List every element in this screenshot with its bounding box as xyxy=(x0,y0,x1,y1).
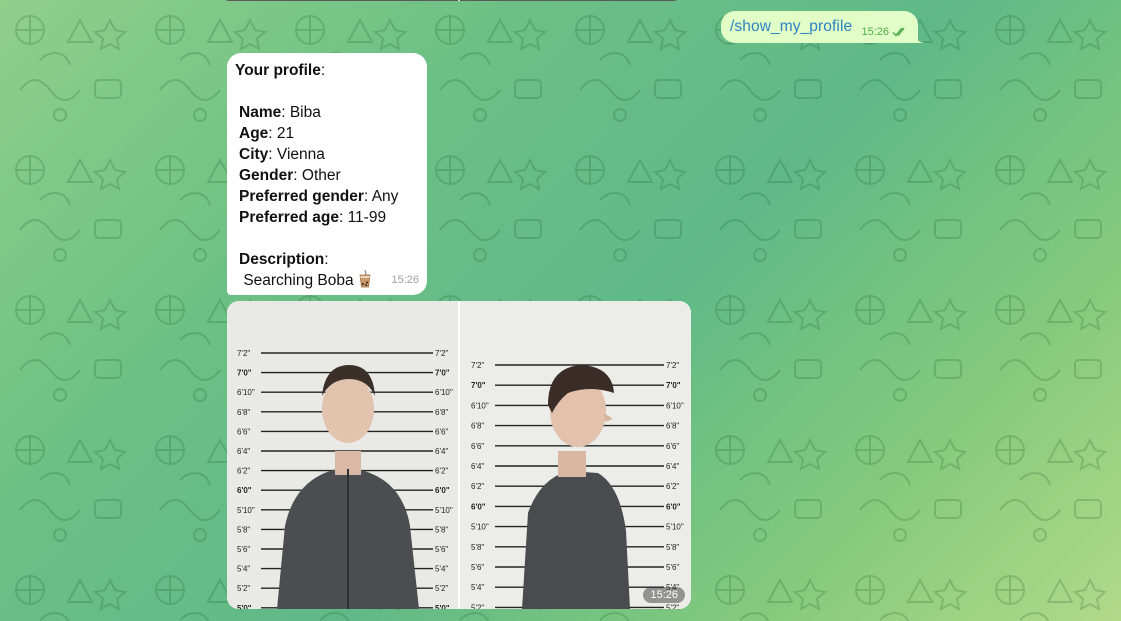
scale-label: 5'10" xyxy=(666,523,684,532)
scale-label: 6'0" xyxy=(435,486,450,495)
scale-label: 7'2" xyxy=(237,349,250,358)
scale-label: 5'10" xyxy=(471,523,489,532)
scale-label: 6'8" xyxy=(435,408,448,417)
scale-label: 6'6" xyxy=(471,442,484,451)
scale-label: 5'2" xyxy=(471,603,484,609)
scale-label: 5'4" xyxy=(435,565,448,574)
scale-label: 7'0" xyxy=(435,369,450,378)
scale-label: 6'4" xyxy=(666,462,679,471)
scale-label: 6'2" xyxy=(237,467,250,476)
scale-label: 5'4" xyxy=(471,583,484,592)
profile-photo[interactable]: 7'2" 7'2" 7'0" 7'0" 6'10" 6'10" 6'8" 6'8" 6'6" 6'… xyxy=(460,301,691,609)
command-link[interactable]: /show_my_profile xyxy=(730,18,852,36)
scale-label: 6'2" xyxy=(435,467,448,476)
scale-label: 5'8" xyxy=(237,525,250,534)
scale-label: 6'6" xyxy=(237,427,250,436)
scale-label: 7'0" xyxy=(471,381,486,390)
scale-label: 6'8" xyxy=(666,422,679,431)
scale-label: 6'10" xyxy=(666,401,684,410)
scale-label: 7'2" xyxy=(666,361,679,370)
scale-label: 5'8" xyxy=(666,543,679,552)
scale-label: 6'10" xyxy=(237,388,255,397)
scale-label: 5'2" xyxy=(666,603,679,609)
city-row: City: Vienna xyxy=(239,146,325,163)
front-photo[interactable]: 7'2" 7'2" 7'0" 7'0" 6'10" 6'10" 6'8" 6'8" 6'6" 6'… xyxy=(227,301,458,609)
scale-label: 6'0" xyxy=(237,486,252,495)
name-row: Name: Biba xyxy=(239,104,321,121)
album-time: 15:26 xyxy=(643,587,685,603)
preferred-age-row: Preferred age: 11-99 xyxy=(239,209,387,226)
bubble-tea-icon xyxy=(359,270,371,288)
scale-label: 6'8" xyxy=(471,422,484,431)
bubble-tail xyxy=(914,30,924,43)
double-check-icon xyxy=(892,27,905,37)
scale-label: 7'2" xyxy=(471,361,484,370)
message-meta: 15:26 xyxy=(861,17,908,38)
profile-message[interactable]: Your profile: Name: Biba Age: 21 City: V… xyxy=(227,53,427,295)
previous-media-edge xyxy=(222,0,680,1)
scale-label: 6'4" xyxy=(237,447,250,456)
scale-label: 7'2" xyxy=(435,349,448,358)
scale-label: 5'10" xyxy=(237,506,255,515)
scale-label: 5'8" xyxy=(471,543,484,552)
scale-label: 6'6" xyxy=(666,442,679,451)
description-label: Description: xyxy=(239,251,329,268)
scale-label: 5'6" xyxy=(666,563,679,572)
scale-label: 6'6" xyxy=(435,427,448,436)
scale-label: 6'10" xyxy=(471,401,489,410)
scale-label: 6'0" xyxy=(471,502,486,511)
scale-label: 7'0" xyxy=(666,381,681,390)
photo-album[interactable]: 7'2" 7'2" 7'0" 7'0" 6'10" 6'10" 6'8" 6'8" 6'6" 6'… xyxy=(227,301,691,609)
scale-label: 5'2" xyxy=(237,584,250,593)
scale-label: 6'10" xyxy=(435,388,453,397)
scale-label: 6'4" xyxy=(471,462,484,471)
scale-label: 5'0" xyxy=(435,604,450,609)
scale-label: 5'0" xyxy=(237,604,252,609)
scale-label: 5'6" xyxy=(435,545,448,554)
message-time: 15:26 xyxy=(391,274,419,286)
scale-label: 7'0" xyxy=(237,369,252,378)
scale-label: 6'2" xyxy=(471,482,484,491)
profile-heading: Your profile: xyxy=(235,62,326,79)
scale-label: 5'6" xyxy=(471,563,484,572)
scale-label: 5'8" xyxy=(435,525,448,534)
scale-label: 5'6" xyxy=(237,545,250,554)
message-time: 15:26 xyxy=(861,25,889,38)
scale-label: 6'2" xyxy=(666,482,679,491)
scale-label: 6'4" xyxy=(435,447,448,456)
outgoing-message[interactable]: /show_my_profile 15:26 xyxy=(721,11,918,43)
preferred-gender-row: Preferred gender: Any xyxy=(239,188,399,205)
age-row: Age: 21 xyxy=(239,125,295,142)
scale-label: 6'0" xyxy=(666,502,681,511)
scale-label: 5'10" xyxy=(435,506,453,515)
scale-label: 5'4" xyxy=(237,565,250,574)
scale-label: 6'8" xyxy=(237,408,250,417)
gender-row: Gender: Other xyxy=(239,167,341,184)
scale-label: 5'2" xyxy=(435,584,448,593)
